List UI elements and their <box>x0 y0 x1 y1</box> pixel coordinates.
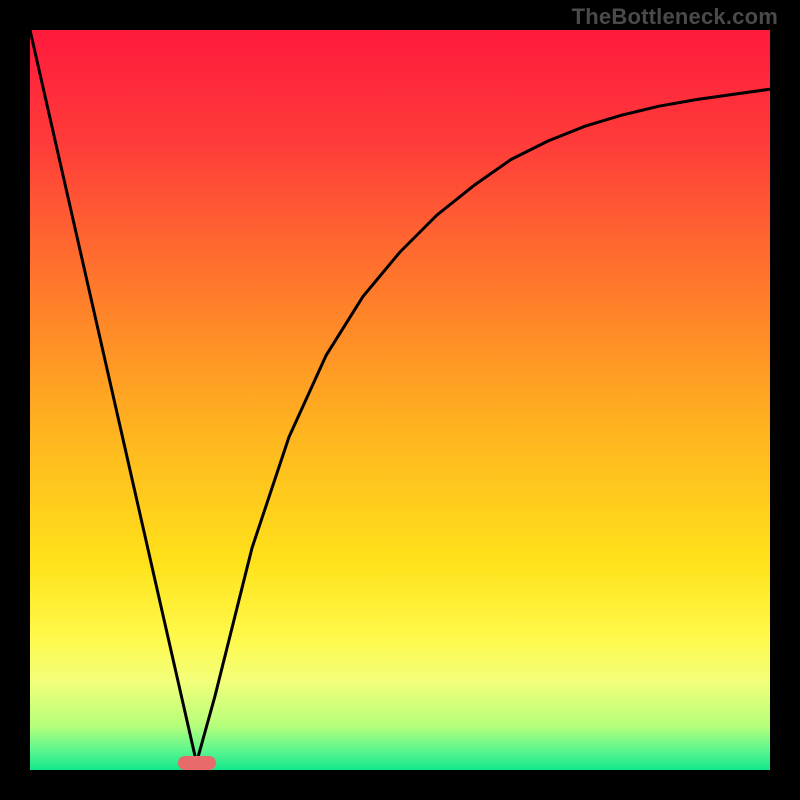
bottleneck-chart <box>0 0 800 800</box>
watermark-text: TheBottleneck.com <box>572 4 778 30</box>
chart-frame: { "watermark": "TheBottleneck.com", "plo… <box>0 0 800 800</box>
gradient-background <box>30 30 770 770</box>
minimum-marker <box>178 756 216 770</box>
